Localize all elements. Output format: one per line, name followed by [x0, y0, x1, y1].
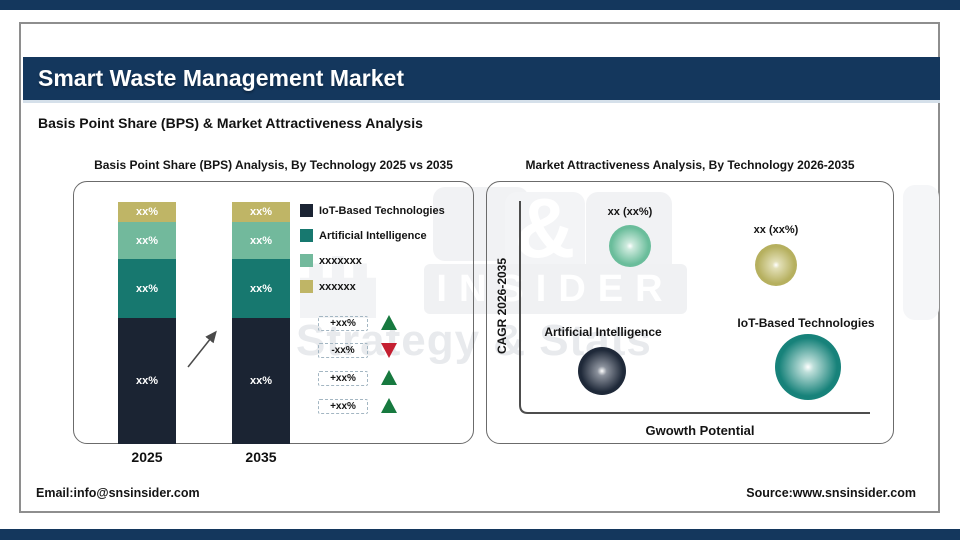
title-bar: Smart Waste Management Market	[23, 57, 940, 100]
up-triangle-icon	[381, 398, 397, 413]
legend-swatch-iot	[300, 204, 313, 217]
bar-2025-segment-seafoam: xx%	[118, 222, 176, 259]
bar-2035-segment-ai: xx%	[232, 259, 290, 318]
bubble-label-ai: Artificial Intelligence	[544, 325, 662, 339]
x-axis-label: Gwowth Potential	[645, 423, 755, 438]
legend-item-ai: Artificial Intelligence	[300, 229, 427, 242]
y-axis-label: CAGR 2026-2035	[495, 257, 509, 355]
top-border-strip	[0, 0, 960, 10]
bps-chart-title: Basis Point Share (BPS) Analysis, By Tec…	[94, 158, 453, 172]
up-triangle-icon	[381, 315, 397, 330]
bubble-label-green: xx (xx%)	[607, 206, 653, 218]
bps-change-box-1: +xx%	[318, 316, 368, 331]
bar-2035-segment-seafoam: xx%	[232, 222, 290, 259]
growth-arrow-icon	[187, 330, 217, 368]
bubble-label-khaki: xx (xx%)	[753, 224, 799, 236]
x-tick-2025: 2025	[131, 449, 163, 465]
legend-label: Artificial Intelligence	[319, 229, 427, 242]
bps-change-box-3: +xx%	[318, 371, 368, 386]
bubble-label-iot: IoT-Based Technologies	[737, 316, 875, 330]
footer-source: Source:www.snsinsider.com	[746, 486, 916, 500]
axes-lines	[519, 201, 870, 414]
bubble-iot	[775, 334, 841, 400]
up-triangle-icon	[381, 370, 397, 385]
bps-change-box-4: +xx%	[318, 399, 368, 414]
legend-swatch-seafoam	[300, 254, 313, 267]
page-subtitle: Basis Point Share (BPS) & Market Attract…	[38, 115, 423, 131]
down-triangle-icon	[381, 343, 397, 358]
bottom-border-strip	[0, 529, 960, 540]
bar-2025-segment-ai: xx%	[118, 259, 176, 318]
bubble-khaki	[755, 244, 797, 286]
bubble-ai	[578, 347, 626, 395]
legend-swatch-khaki	[300, 280, 313, 293]
legend-label: xxxxxxx	[319, 254, 362, 267]
bar-2025-segment-iot: xx%	[118, 318, 176, 444]
legend-swatch-ai	[300, 229, 313, 242]
bar-2025-segment-khaki: xx%	[118, 202, 176, 222]
bar-2035-segment-iot: xx%	[232, 318, 290, 444]
legend-item-iot: IoT-Based Technologies	[300, 204, 445, 217]
legend-item-khaki: xxxxxx	[300, 280, 356, 293]
bar-2035-segment-khaki: xx%	[232, 202, 290, 222]
bubble-green	[609, 225, 651, 267]
watermark-logo-tile	[903, 185, 939, 320]
attractiveness-chart-title: Market Attractiveness Analysis, By Techn…	[525, 158, 855, 172]
legend-label: IoT-Based Technologies	[319, 204, 445, 217]
x-tick-2035: 2035	[245, 449, 277, 465]
page-title: Smart Waste Management Market	[38, 65, 404, 91]
legend-item-seafoam: xxxxxxx	[300, 254, 362, 267]
footer-email: Email:info@snsinsider.com	[36, 486, 200, 500]
bps-change-box-2: -xx%	[318, 343, 368, 358]
legend-label: xxxxxx	[319, 280, 356, 293]
